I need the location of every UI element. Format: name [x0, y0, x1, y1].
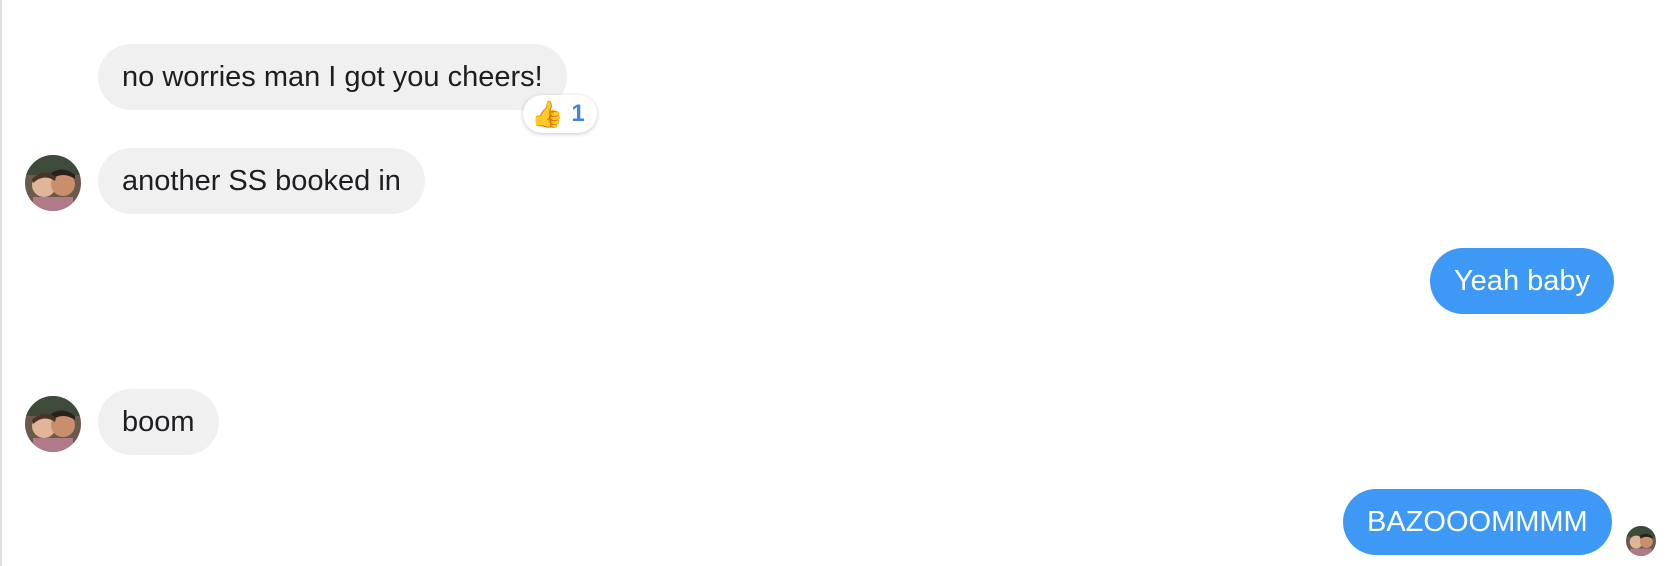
conversation-left-border	[0, 0, 2, 566]
reaction-badge[interactable]: 👍 1	[523, 95, 597, 133]
incoming-message-bubble[interactable]: another SS booked in	[98, 148, 425, 214]
sender-avatar[interactable]	[25, 155, 81, 211]
reaction-count: 1	[571, 100, 585, 127]
thumbs-up-icon: 👍	[531, 99, 564, 129]
outgoing-message-bubble[interactable]: BAZOOOMMMM	[1343, 489, 1612, 555]
seen-receipt-avatar	[1626, 526, 1656, 556]
sender-avatar[interactable]	[25, 396, 81, 452]
incoming-message-bubble[interactable]: boom	[98, 389, 219, 455]
incoming-message-bubble[interactable]: no worries man I got you cheers!	[98, 44, 567, 110]
outgoing-message-bubble[interactable]: Yeah baby	[1430, 248, 1615, 314]
